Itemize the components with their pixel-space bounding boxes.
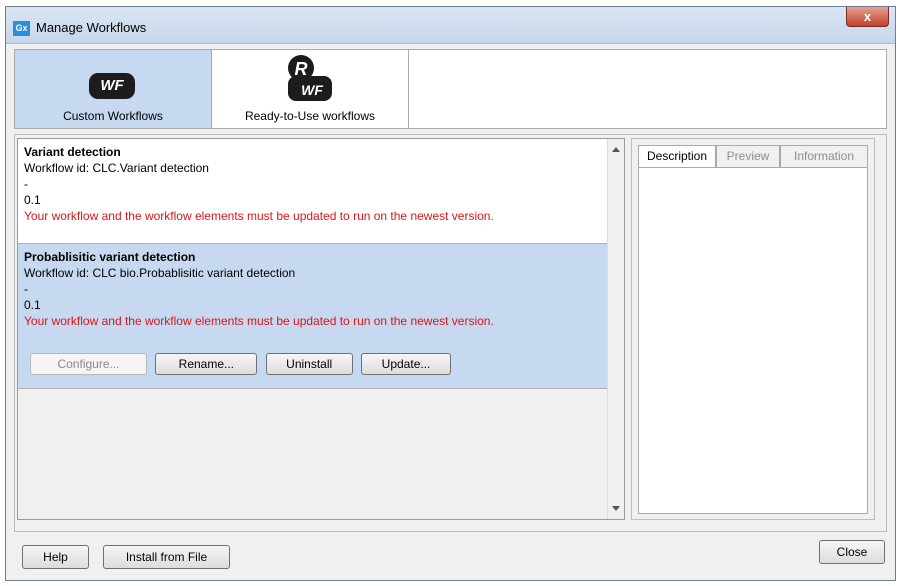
scroll-up-icon[interactable]: [612, 147, 620, 152]
uninstall-button[interactable]: Uninstall: [265, 353, 353, 375]
tab-custom-workflows[interactable]: WF Custom Workflows: [15, 50, 212, 128]
workflow-description: -: [24, 282, 28, 296]
workflow-actions: Configure... Rename... Uninstall Update.…: [30, 353, 456, 375]
window-title: Manage Workflows: [36, 20, 147, 35]
close-window-button[interactable]: x: [846, 7, 889, 27]
tab-ready-to-use-label: Ready-to-Use workflows: [244, 109, 376, 123]
help-button[interactable]: Help: [22, 545, 89, 569]
install-from-file-button[interactable]: Install from File: [103, 545, 230, 569]
list-item-selected[interactable]: Probablisitic variant detection Workflow…: [18, 244, 607, 389]
workflow-name: Probablisitic variant detection: [24, 250, 196, 264]
title-bar: Gx Manage Workflows x: [6, 7, 895, 44]
rename-button[interactable]: Rename...: [155, 353, 258, 375]
workflow-version: 0.1: [24, 193, 41, 207]
tab-preview[interactable]: Preview: [716, 145, 780, 167]
workflow-id: Workflow id: CLC.Variant detection: [24, 161, 209, 175]
scroll-down-icon[interactable]: [612, 506, 620, 511]
list-item[interactable]: Variant detection Workflow id: CLC.Varia…: [18, 139, 607, 244]
workflow-version: 0.1: [24, 298, 41, 312]
workflow-name: Variant detection: [24, 145, 121, 159]
workflow-list-scrollbar[interactable]: [607, 139, 624, 519]
ready-to-use-wf-icon: R WF: [288, 55, 332, 101]
wf-icon: WF: [89, 73, 135, 99]
workflow-description: -: [24, 177, 28, 191]
close-button[interactable]: Close: [819, 540, 885, 564]
workflow-id: Workflow id: CLC bio.Probablisitic varia…: [24, 266, 296, 280]
app-icon: Gx: [13, 21, 30, 36]
update-button[interactable]: Update...: [361, 353, 452, 375]
tab-description[interactable]: Description: [638, 145, 716, 167]
r-letter: R: [295, 59, 308, 79]
workflow-category-tabs: WF Custom Workflows R WF Ready-to-Use wo…: [14, 49, 887, 129]
tab-ready-to-use-workflows[interactable]: R WF Ready-to-Use workflows: [212, 50, 409, 128]
tab-custom-workflows-label: Custom Workflows: [63, 109, 163, 123]
configure-button[interactable]: Configure...: [30, 353, 147, 375]
workflow-warning: Your workflow and the workflow elements …: [24, 314, 494, 328]
workflow-warning: Your workflow and the workflow elements …: [24, 209, 494, 223]
wf-letters: WF: [301, 82, 323, 98]
details-panel: Description Preview Information: [631, 138, 875, 520]
tab-information[interactable]: Information: [780, 145, 868, 167]
workflow-list: Variant detection Workflow id: CLC.Varia…: [17, 138, 625, 520]
description-content: [638, 167, 868, 514]
